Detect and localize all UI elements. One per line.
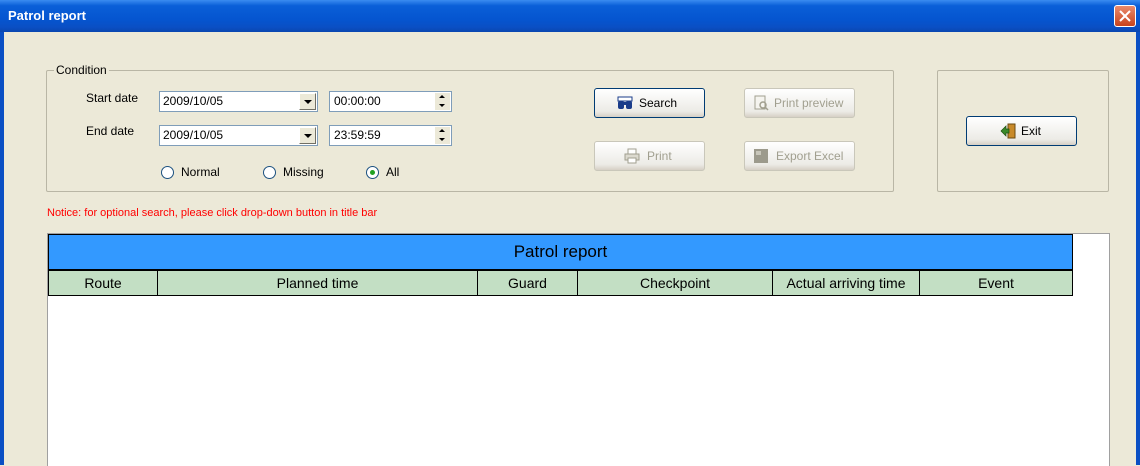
printer-icon <box>624 148 640 164</box>
end-date-label: End date <box>86 124 135 138</box>
start-time-spin-buttons[interactable] <box>435 93 450 110</box>
column-header-event[interactable]: Event <box>919 270 1073 296</box>
report-panel: Patrol report Route Planned time Guard C… <box>47 233 1110 466</box>
print-button-label: Print <box>647 149 672 163</box>
export-excel-button[interactable]: Export Excel <box>744 141 855 171</box>
title-bar: Patrol report <box>0 0 1140 32</box>
radio-all-label[interactable]: All <box>386 165 399 179</box>
column-header-actual-arriving-time[interactable]: Actual arriving time <box>772 270 920 296</box>
start-date-dropdown-button[interactable] <box>299 93 316 110</box>
print-preview-icon <box>754 95 769 111</box>
window-title: Patrol report <box>8 8 87 23</box>
report-title-bar: Patrol report <box>48 234 1073 270</box>
window-frame-left <box>0 32 4 465</box>
start-date-combo[interactable]: 2009/10/05 <box>159 91 318 112</box>
end-time-spinner[interactable]: 23:59:59 <box>329 125 452 146</box>
start-time-down-arrow[interactable] <box>435 102 450 110</box>
column-header-checkpoint[interactable]: Checkpoint <box>577 270 773 296</box>
radio-missing[interactable]: Missing <box>263 165 343 181</box>
search-button[interactable]: Search <box>594 88 705 118</box>
report-title: Patrol report <box>513 242 608 261</box>
close-button[interactable] <box>1114 5 1136 27</box>
close-icon <box>1119 10 1131 22</box>
end-time-spin-buttons[interactable] <box>435 127 450 144</box>
radio-normal-label[interactable]: Normal <box>181 165 220 179</box>
exit-door-icon <box>1000 123 1016 139</box>
radio-all[interactable]: All <box>366 165 426 181</box>
end-time-down-arrow[interactable] <box>435 136 450 144</box>
radio-all-dot <box>370 170 375 175</box>
start-date-rest: /10/05 <box>189 94 224 108</box>
export-excel-button-label: Export Excel <box>776 149 844 163</box>
print-preview-button[interactable]: Print preview <box>744 88 855 118</box>
radio-missing-circle[interactable] <box>263 166 276 179</box>
column-header-guard[interactable]: Guard <box>477 270 578 296</box>
radio-missing-label[interactable]: Missing <box>283 165 324 179</box>
start-date-label: Start date <box>86 91 139 105</box>
start-time-value[interactable]: 00:00:00 <box>334 94 381 108</box>
start-time-up-arrow[interactable] <box>435 93 450 101</box>
print-preview-button-label: Print preview <box>774 96 844 110</box>
start-date-value[interactable]: 2009/10/05 <box>163 94 223 108</box>
radio-all-circle[interactable] <box>366 166 379 179</box>
exit-button[interactable]: Exit <box>966 116 1077 146</box>
end-date-combo[interactable]: 2009/10/05 <box>159 125 318 146</box>
search-button-label: Search <box>639 96 678 110</box>
print-button[interactable]: Print <box>594 141 705 171</box>
excel-icon <box>754 149 768 163</box>
start-time-spinner[interactable]: 00:00:00 <box>329 91 452 112</box>
radio-normal-circle[interactable] <box>161 166 174 179</box>
end-date-value[interactable]: 2009/10/05 <box>163 128 223 142</box>
notice-text: Notice: for optional search, please clic… <box>47 207 378 219</box>
window-frame-right <box>1136 32 1140 465</box>
start-date-selection: 2009 <box>163 94 190 108</box>
exit-button-label: Exit <box>1021 124 1042 138</box>
condition-legend: Condition <box>54 63 109 77</box>
end-time-up-arrow[interactable] <box>435 127 450 135</box>
end-time-value[interactable]: 23:59:59 <box>334 128 381 142</box>
column-header-planned-time[interactable]: Planned time <box>157 270 478 296</box>
report-header-row: Route Planned time Guard Checkpoint Actu… <box>48 270 1073 296</box>
column-header-route[interactable]: Route <box>48 270 158 296</box>
end-date-dropdown-button[interactable] <box>299 127 316 144</box>
binoculars-icon <box>617 96 633 109</box>
radio-normal[interactable]: Normal <box>161 165 241 181</box>
